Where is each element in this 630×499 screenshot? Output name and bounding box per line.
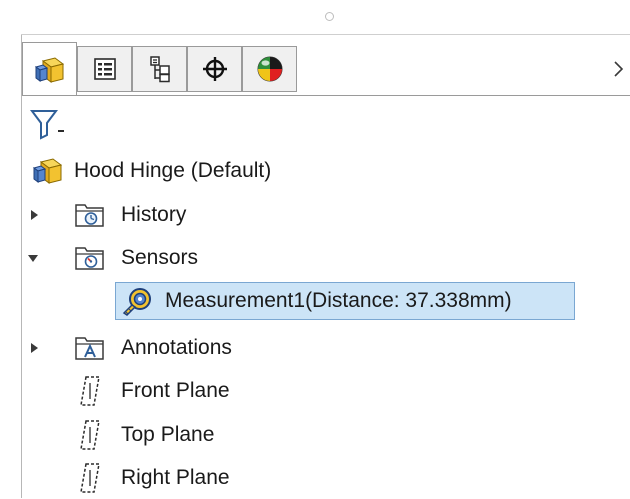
grip-handle-icon[interactable] bbox=[325, 12, 334, 21]
tree-item-right-plane[interactable]: Right Plane bbox=[22, 457, 630, 499]
property-manager-icon bbox=[93, 58, 116, 80]
tab-configurationmanager[interactable] bbox=[132, 46, 187, 92]
tree-item-label: Right Plane bbox=[121, 466, 230, 489]
tree-item-label: History bbox=[121, 203, 187, 226]
history-folder-icon bbox=[75, 204, 104, 227]
tree-item-label: Measurement1(Distance: 37.338mm) bbox=[165, 289, 512, 312]
annotations-folder-icon bbox=[75, 337, 104, 360]
tree-root-part[interactable]: Hood Hinge (Default) bbox=[22, 150, 630, 192]
sensors-folder-icon bbox=[75, 247, 104, 270]
tree-root-label: Hood Hinge (Default) bbox=[74, 159, 272, 182]
collapse-arrow-icon[interactable] bbox=[26, 251, 40, 265]
plane-icon bbox=[80, 420, 100, 450]
tab-dimxpertmanager[interactable] bbox=[187, 46, 242, 92]
manager-tab-strip bbox=[22, 42, 630, 96]
tree-item-measurement1[interactable]: Measurement1(Distance: 37.338mm) bbox=[22, 280, 630, 322]
plane-icon bbox=[80, 376, 100, 406]
tab-displaymanager[interactable] bbox=[242, 46, 297, 92]
tree-item-history[interactable]: History bbox=[22, 194, 630, 236]
part-icon bbox=[34, 56, 64, 83]
configuration-manager-icon bbox=[149, 56, 170, 83]
tab-strip-border bbox=[22, 95, 630, 96]
tree-item-label: Front Plane bbox=[121, 379, 230, 402]
display-manager-icon bbox=[257, 56, 282, 82]
expand-arrow-icon[interactable] bbox=[27, 341, 41, 355]
chevron-right-icon[interactable] bbox=[606, 56, 630, 82]
measurement-sensor-icon bbox=[122, 288, 151, 316]
dimxpert-icon bbox=[202, 57, 227, 81]
tree-item-sensors[interactable]: Sensors bbox=[22, 237, 630, 279]
tree-item-label: Sensors bbox=[121, 246, 199, 269]
part-icon bbox=[32, 158, 63, 184]
tree-item-top-plane[interactable]: Top Plane bbox=[22, 414, 630, 456]
filter-button[interactable] bbox=[30, 107, 68, 143]
panel-top-border bbox=[21, 34, 630, 35]
tree-item-annotations[interactable]: Annotations bbox=[22, 327, 630, 369]
tree-item-label: Annotations bbox=[121, 336, 232, 359]
tab-propertymanager[interactable] bbox=[77, 46, 132, 92]
panel-grip-bar[interactable] bbox=[22, 0, 630, 34]
expand-arrow-icon[interactable] bbox=[27, 208, 41, 222]
filter-icon bbox=[30, 110, 64, 140]
plane-icon bbox=[80, 463, 100, 493]
tree-item-label: Top Plane bbox=[121, 423, 215, 446]
tree-item-front-plane[interactable]: Front Plane bbox=[22, 370, 630, 412]
tab-featuremanager[interactable] bbox=[22, 42, 77, 96]
